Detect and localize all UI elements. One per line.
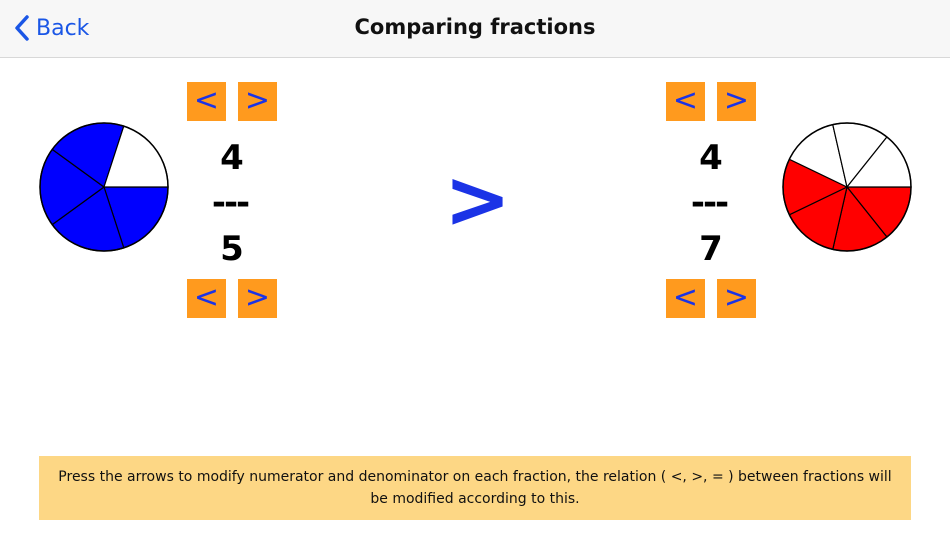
right-denominator-decrease-button[interactable]: < <box>666 279 705 318</box>
left-fraction-bar: --- <box>211 183 250 223</box>
left-denominator-decrease-button[interactable]: < <box>187 279 226 318</box>
instructions-banner: Press the arrows to modify numerator and… <box>39 456 911 520</box>
right-numerator: 4 <box>699 138 723 178</box>
left-numerator-decrease-button[interactable]: < <box>187 82 226 121</box>
navigation-bar: Back Comparing fractions <box>0 0 950 58</box>
page-title: Comparing fractions <box>354 15 596 39</box>
left-fraction-pie <box>39 122 169 252</box>
right-fraction-pie <box>782 122 912 252</box>
left-denominator-increase-button[interactable]: > <box>238 279 277 318</box>
right-fraction-bar: --- <box>690 183 729 223</box>
left-numerator: 4 <box>220 138 244 178</box>
right-denominator: 7 <box>699 229 723 269</box>
right-denominator-increase-button[interactable]: > <box>717 279 756 318</box>
left-numerator-increase-button[interactable]: > <box>238 82 277 121</box>
right-numerator-decrease-button[interactable]: < <box>666 82 705 121</box>
relation-symbol: > <box>444 153 512 246</box>
left-denominator: 5 <box>220 229 244 269</box>
right-numerator-increase-button[interactable]: > <box>717 82 756 121</box>
